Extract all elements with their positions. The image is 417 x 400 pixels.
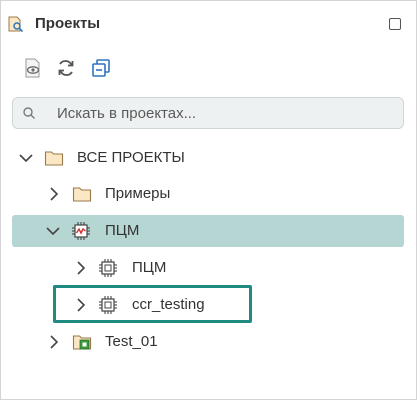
tree-item-label: ПЦМ	[105, 222, 140, 239]
projects-panel: Проекты Искать в проектах... ВСЕ ПРОЕКТЫ…	[0, 0, 417, 400]
folder-icon	[72, 184, 92, 204]
chevron-right-icon[interactable]	[73, 260, 89, 276]
search-box[interactable]	[12, 97, 404, 129]
chevron-right-icon[interactable]	[46, 186, 62, 202]
green-folder-icon	[72, 332, 92, 352]
tree-item-label: Примеры	[105, 185, 171, 202]
tree-item-all-projects[interactable]: ВСЕ ПРОЕКТЫ	[1, 142, 416, 174]
maximize-icon[interactable]	[389, 18, 401, 30]
chevron-down-icon[interactable]	[18, 150, 34, 166]
tree-item-label: ВСЕ ПРОЕКТЫ	[77, 149, 185, 166]
tree-item-test-01[interactable]: Test_01	[1, 326, 416, 358]
toolbar	[1, 56, 416, 86]
search-input[interactable]	[57, 98, 387, 128]
search-icon	[22, 106, 36, 120]
chevron-right-icon[interactable]	[46, 334, 62, 350]
tree-item-label: ПЦМ	[132, 259, 167, 276]
projects-search-icon	[7, 15, 25, 33]
panel-header: Проекты	[1, 1, 416, 45]
tree-item-pcm-child[interactable]: ПЦМ	[1, 252, 416, 284]
chip-signal-icon	[71, 221, 91, 241]
tree-item-pcm-selected[interactable]: ПЦМ	[12, 215, 404, 247]
tree-item-examples[interactable]: Примеры	[1, 178, 416, 210]
highlight-frame	[53, 285, 252, 323]
chevron-down-icon[interactable]	[45, 223, 61, 239]
refresh-icon[interactable]	[54, 56, 78, 80]
chip-icon	[98, 258, 118, 278]
folder-icon	[44, 148, 64, 168]
tree-item-label: Test_01	[105, 333, 158, 350]
panel-title: Проекты	[35, 15, 101, 32]
collapse-all-icon[interactable]	[89, 56, 113, 80]
view-document-icon[interactable]	[21, 56, 45, 80]
